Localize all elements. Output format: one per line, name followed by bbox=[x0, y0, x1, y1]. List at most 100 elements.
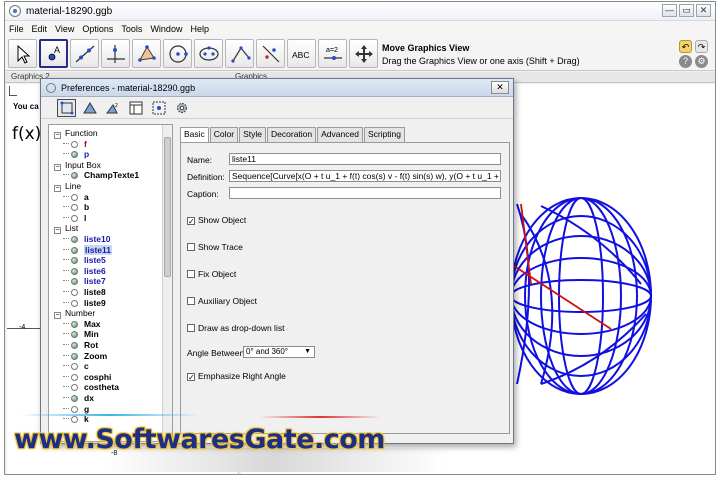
tree-item[interactable]: Min bbox=[63, 329, 99, 340]
move-view-tool[interactable] bbox=[349, 39, 378, 68]
tree-item[interactable]: Max bbox=[63, 319, 101, 330]
angle-tool[interactable] bbox=[225, 39, 254, 68]
tree-item[interactable]: costheta bbox=[63, 382, 119, 393]
circle-tool[interactable] bbox=[163, 39, 192, 68]
slider-tool[interactable]: a=2 bbox=[318, 39, 347, 68]
redo-icon[interactable]: ↷ bbox=[695, 40, 708, 53]
visibility-dot-icon[interactable] bbox=[71, 257, 78, 265]
tree-item[interactable]: ChampTexte1 bbox=[63, 170, 139, 181]
tree-item[interactable]: liste5 bbox=[63, 255, 106, 266]
tab-advanced[interactable]: Advanced bbox=[317, 127, 363, 142]
tree-item[interactable]: b bbox=[63, 202, 89, 213]
tree-item[interactable]: liste8 bbox=[63, 287, 106, 298]
caption-field[interactable] bbox=[229, 187, 501, 199]
collapse-icon[interactable]: − bbox=[54, 312, 61, 320]
visibility-dot-icon[interactable] bbox=[71, 151, 78, 159]
auxiliary-object-checkbox[interactable] bbox=[187, 297, 195, 305]
menu-view[interactable]: View bbox=[55, 24, 74, 34]
visibility-dot-icon[interactable] bbox=[71, 320, 78, 328]
tab-color[interactable]: Color bbox=[209, 127, 239, 142]
tree-item[interactable]: l bbox=[63, 213, 86, 224]
visibility-dot-icon[interactable] bbox=[71, 289, 78, 296]
visibility-dot-icon[interactable] bbox=[71, 384, 78, 392]
settings-gear-icon[interactable]: ⚙ bbox=[695, 55, 708, 68]
show-object-checkbox[interactable]: ✓ bbox=[187, 217, 195, 226]
tab-scripting[interactable]: Scripting bbox=[363, 127, 406, 142]
emphasize-right-angle-checkbox[interactable]: ✓ bbox=[187, 373, 195, 382]
definition-field[interactable]: Sequence[Curve[x(O + t u_1 + f(t) cos(s)… bbox=[229, 170, 501, 182]
help-icon[interactable]: ? bbox=[679, 55, 692, 68]
emphasize-right-angle-row[interactable]: ✓ Emphasize Right Angle bbox=[187, 371, 286, 382]
advanced-gear-icon[interactable] bbox=[172, 99, 191, 117]
visibility-dot-icon[interactable] bbox=[71, 373, 78, 381]
visibility-dot-icon[interactable] bbox=[71, 172, 78, 180]
graphics-prefs-icon[interactable] bbox=[80, 99, 99, 117]
collapse-icon[interactable]: − bbox=[54, 163, 61, 171]
menu-help[interactable]: Help bbox=[190, 24, 209, 34]
fix-object-row[interactable]: Fix Object bbox=[187, 269, 236, 279]
menu-options[interactable]: Options bbox=[82, 24, 113, 34]
collapse-icon[interactable]: − bbox=[54, 227, 61, 235]
undo-icon[interactable]: ↶ bbox=[679, 40, 692, 53]
tree-item[interactable]: dx bbox=[63, 393, 94, 404]
visibility-dot-icon[interactable] bbox=[71, 236, 78, 243]
tree-item[interactable]: liste6 bbox=[63, 266, 106, 277]
tab-style[interactable]: Style bbox=[239, 127, 267, 142]
tree-item[interactable]: Rot bbox=[63, 340, 98, 351]
tree-item[interactable]: liste7 bbox=[63, 276, 106, 287]
collapse-icon[interactable]: − bbox=[54, 185, 61, 192]
tree-category[interactable]: − Function bbox=[54, 128, 98, 139]
objects-prefs-icon[interactable] bbox=[57, 98, 76, 117]
tree-item[interactable]: g bbox=[63, 404, 89, 415]
visibility-dot-icon[interactable] bbox=[71, 331, 78, 339]
tree-item[interactable]: p bbox=[63, 149, 89, 160]
menu-tools[interactable]: Tools bbox=[121, 24, 142, 34]
dropdown-list-row[interactable]: Draw as drop-down list bbox=[187, 323, 284, 333]
tree-item[interactable]: a bbox=[63, 192, 89, 203]
fix-object-checkbox[interactable] bbox=[187, 270, 195, 278]
visibility-dot-icon[interactable] bbox=[71, 363, 78, 371]
point-tool[interactable]: A bbox=[39, 39, 68, 68]
menu-file[interactable]: File bbox=[9, 24, 24, 34]
visibility-dot-icon[interactable] bbox=[71, 416, 78, 424]
move-tool[interactable] bbox=[8, 39, 37, 68]
minimize-button[interactable]: — bbox=[662, 4, 677, 17]
tab-decoration[interactable]: Decoration bbox=[267, 127, 317, 142]
name-field[interactable]: liste11 bbox=[229, 153, 501, 165]
show-trace-row[interactable]: Show Trace bbox=[187, 242, 243, 252]
visibility-dot-icon[interactable] bbox=[71, 204, 78, 212]
collapse-icon[interactable]: − bbox=[54, 132, 61, 139]
reflect-tool[interactable] bbox=[256, 39, 285, 68]
close-button[interactable]: ✕ bbox=[696, 4, 711, 17]
visibility-dot-icon[interactable] bbox=[71, 246, 78, 254]
tree-category[interactable]: − Input Box bbox=[54, 160, 101, 171]
layout-prefs-icon[interactable] bbox=[126, 99, 145, 117]
visibility-dot-icon[interactable] bbox=[71, 395, 78, 402]
tree-category[interactable]: − Line bbox=[54, 181, 81, 192]
menu-window[interactable]: Window bbox=[150, 24, 182, 34]
defaults-prefs-icon[interactable] bbox=[149, 99, 168, 117]
tree-category[interactable]: − List bbox=[54, 223, 78, 235]
graphics2-prefs-icon[interactable]: 2 bbox=[103, 99, 122, 117]
angle-between-select[interactable]: 0° and 360° ▼ bbox=[243, 346, 315, 358]
axes-icon[interactable] bbox=[9, 86, 17, 96]
tree-item[interactable]: liste10 bbox=[63, 234, 110, 245]
tree-item[interactable]: f bbox=[63, 139, 87, 150]
tree-category[interactable]: − Number bbox=[54, 308, 95, 320]
text-tool[interactable]: ABC bbox=[287, 39, 316, 68]
tree-item[interactable]: liste9 bbox=[63, 298, 106, 309]
tree-scrollbar[interactable] bbox=[162, 125, 172, 441]
dialog-close-button[interactable]: ✕ bbox=[491, 81, 509, 94]
visibility-dot-icon[interactable] bbox=[71, 278, 78, 286]
visibility-dot-icon[interactable] bbox=[71, 214, 78, 222]
tree-item[interactable]: liste11 bbox=[63, 244, 112, 256]
perpendicular-tool[interactable] bbox=[101, 39, 130, 68]
auxiliary-object-row[interactable]: Auxiliary Object bbox=[187, 296, 257, 306]
polygon-tool[interactable] bbox=[132, 39, 161, 68]
visibility-dot-icon[interactable] bbox=[71, 405, 78, 413]
visibility-dot-icon[interactable] bbox=[71, 342, 78, 349]
scrollbar-thumb[interactable] bbox=[164, 137, 171, 277]
tree-item[interactable]: c bbox=[63, 361, 89, 372]
line-tool[interactable] bbox=[70, 39, 99, 68]
tree-item[interactable]: Zoom bbox=[63, 351, 107, 362]
